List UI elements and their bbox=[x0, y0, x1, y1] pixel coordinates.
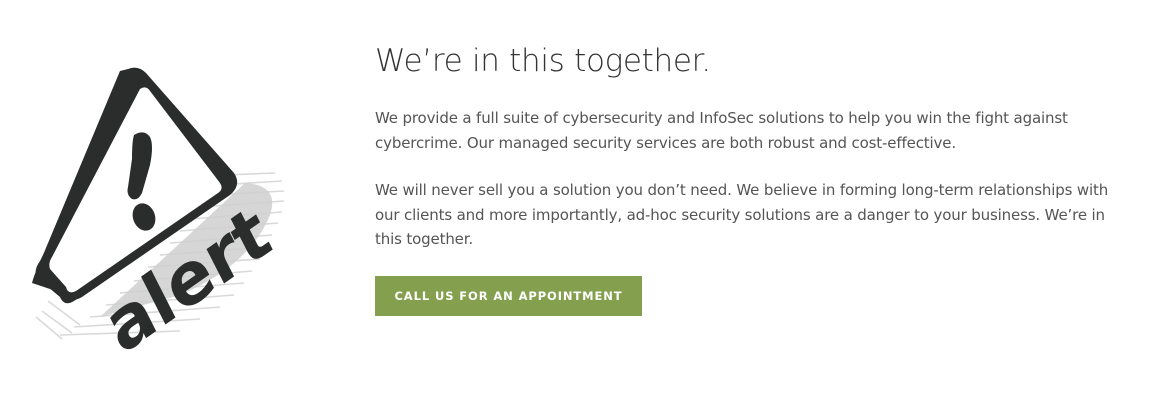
intro-paragraph-1: We provide a full suite of cybersecurity… bbox=[375, 109, 1068, 152]
alert-illustration: alert bbox=[20, 55, 320, 385]
intro-section: We’re in this together. We provide a ful… bbox=[375, 40, 1125, 316]
warning-triangle-icon: alert bbox=[32, 67, 285, 370]
intro-paragraph-2: We will never sell you a solution you do… bbox=[375, 181, 1109, 248]
call-for-appointment-button[interactable]: CALL US FOR AN APPOINTMENT bbox=[375, 275, 642, 316]
section-title: We’re in this together. bbox=[375, 43, 711, 79]
